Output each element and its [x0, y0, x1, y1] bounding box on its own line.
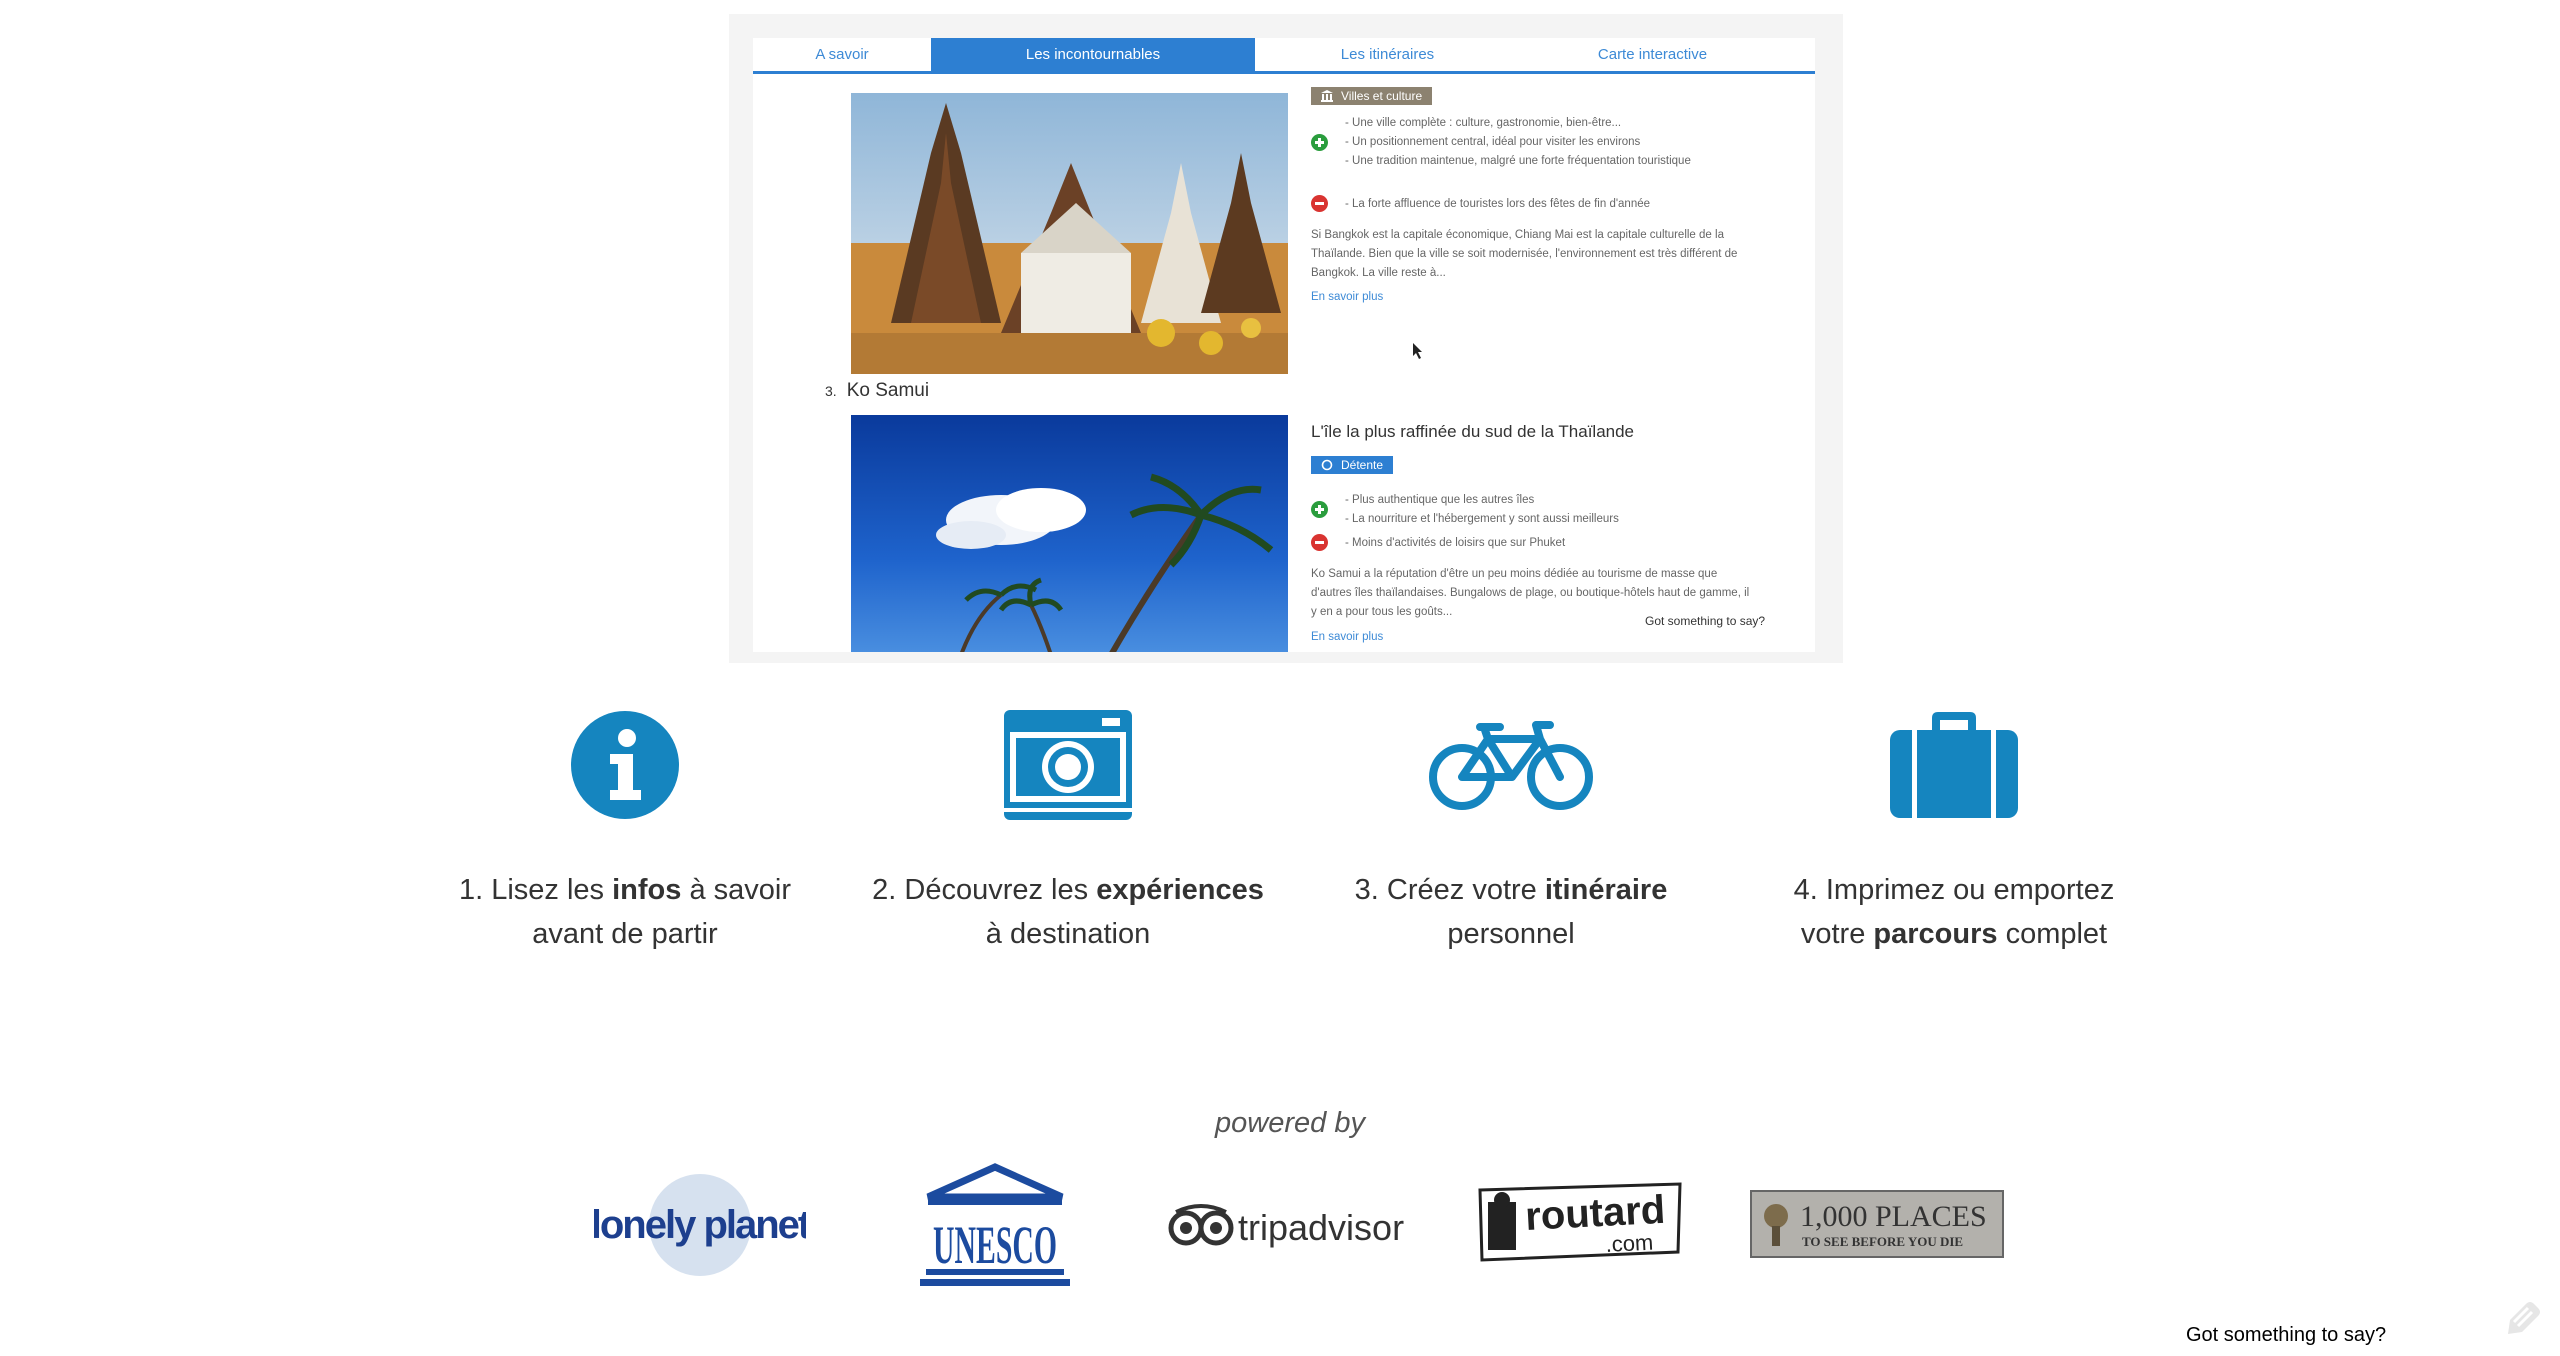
svg-text:.com: .com [1605, 1230, 1654, 1257]
tab-itineraires[interactable]: Les itinéraires [1255, 38, 1520, 71]
item-heading: 3. Ko Samui [825, 380, 929, 402]
minus-icon [1311, 195, 1328, 212]
tab-carte-interactive[interactable]: Carte interactive [1520, 38, 1785, 71]
suitcase-icon [1890, 712, 2018, 818]
feedback-icon[interactable] [2504, 1300, 2544, 1336]
info-icon [571, 711, 679, 819]
more-link[interactable]: En savoir plus [1311, 631, 1383, 643]
svg-text:TO SEE BEFORE YOU DIE: TO SEE BEFORE YOU DIE [1802, 1234, 1963, 1249]
circle-icon [1321, 459, 1333, 471]
temple-photo [851, 93, 1288, 374]
tag-label: Détente [1341, 458, 1384, 472]
more-link[interactable]: En savoir plus [1311, 291, 1383, 303]
preview-feedback-link: Got something to say? [1645, 614, 1766, 628]
museum-icon [1321, 90, 1333, 102]
preview-tabs: A savoir Les incontournables Les itinéra… [753, 38, 1815, 74]
pro-item: - Une tradition maintenue, malgré une fo… [1345, 155, 1691, 167]
item-number: 3. [825, 383, 837, 399]
tag-detente: Détente [1311, 456, 1394, 474]
step-itineraire: 3. Créez votre itinéraire personnel [1301, 700, 1721, 956]
mouse-cursor-icon [1413, 343, 1422, 359]
con-item: - La forte affluence de touristes lors d… [1345, 198, 1651, 210]
con-item: - Moins d'activités de loisirs que sur P… [1345, 537, 1566, 549]
pro-item: - Plus authentique que les autres îles [1345, 494, 1535, 506]
video-preview[interactable]: A savoir Les incontournables Les itinéra… [729, 14, 1843, 663]
item-title: L'île la plus raffinée du sud de la Thaï… [1311, 422, 1635, 441]
lonely-planet-logo: lonely planet [594, 1174, 806, 1276]
step-experiences: 2. Découvrez les expériences à destinati… [858, 700, 1278, 956]
tag-label: Villes et culture [1341, 89, 1423, 103]
unesco-logo: UNESCO [920, 1163, 1070, 1286]
preview-page: A savoir Les incontournables Les itinéra… [753, 38, 1815, 652]
step-infos: 1. Lisez les infos à savoir avant de par… [415, 700, 835, 956]
step-caption: 4. Imprimez ou emportez votre parcours c… [1793, 874, 2115, 950]
powered-by-label: powered by [1215, 1107, 1365, 1139]
item-name: Ko Samui [846, 380, 930, 401]
description: Si Bangkok est la capitale économique, C… [1311, 229, 1738, 279]
tab-a-savoir[interactable]: A savoir [753, 38, 931, 71]
plus-icon [1311, 134, 1328, 151]
pro-item: - Un positionnement central, idéal pour … [1345, 136, 1641, 148]
camera-icon [1004, 710, 1132, 820]
plus-icon [1311, 501, 1328, 518]
svg-text:1,000 PLACES: 1,000 PLACES [1800, 1200, 1987, 1233]
feedback-link[interactable]: Got something to say? [2186, 1324, 2386, 1347]
pro-item: - La nourriture et l'hébergement y sont … [1345, 513, 1619, 525]
beach-photo [851, 415, 1288, 652]
tag-villes-culture: Villes et culture [1311, 87, 1433, 105]
step-caption: 3. Créez votre itinéraire personnel [1354, 874, 1668, 950]
step-caption: 1. Lisez les infos à savoir avant de par… [458, 874, 792, 950]
svg-text:tripadvisor: tripadvisor [1238, 1207, 1404, 1248]
tripadvisor-logo: tripadvisor [1168, 1204, 1404, 1248]
routard-logo: routard .com [1478, 1182, 1682, 1262]
pro-item: - Une ville complète : culture, gastrono… [1345, 117, 1622, 129]
1000-places-logo: 1,000 PLACES TO SEE BEFORE YOU DIE [1750, 1190, 2004, 1258]
svg-text:lonely planet: lonely planet [594, 1203, 806, 1247]
minus-icon [1311, 534, 1328, 551]
bicycle-icon [1429, 721, 1593, 810]
tab-incontournables[interactable]: Les incontournables [931, 38, 1255, 71]
step-parcours: 4. Imprimez ou emportez votre parcours c… [1744, 700, 2164, 956]
svg-text:UNESCO: UNESCO [933, 1215, 1057, 1275]
step-caption: 2. Découvrez les expériences à destinati… [872, 874, 1264, 950]
